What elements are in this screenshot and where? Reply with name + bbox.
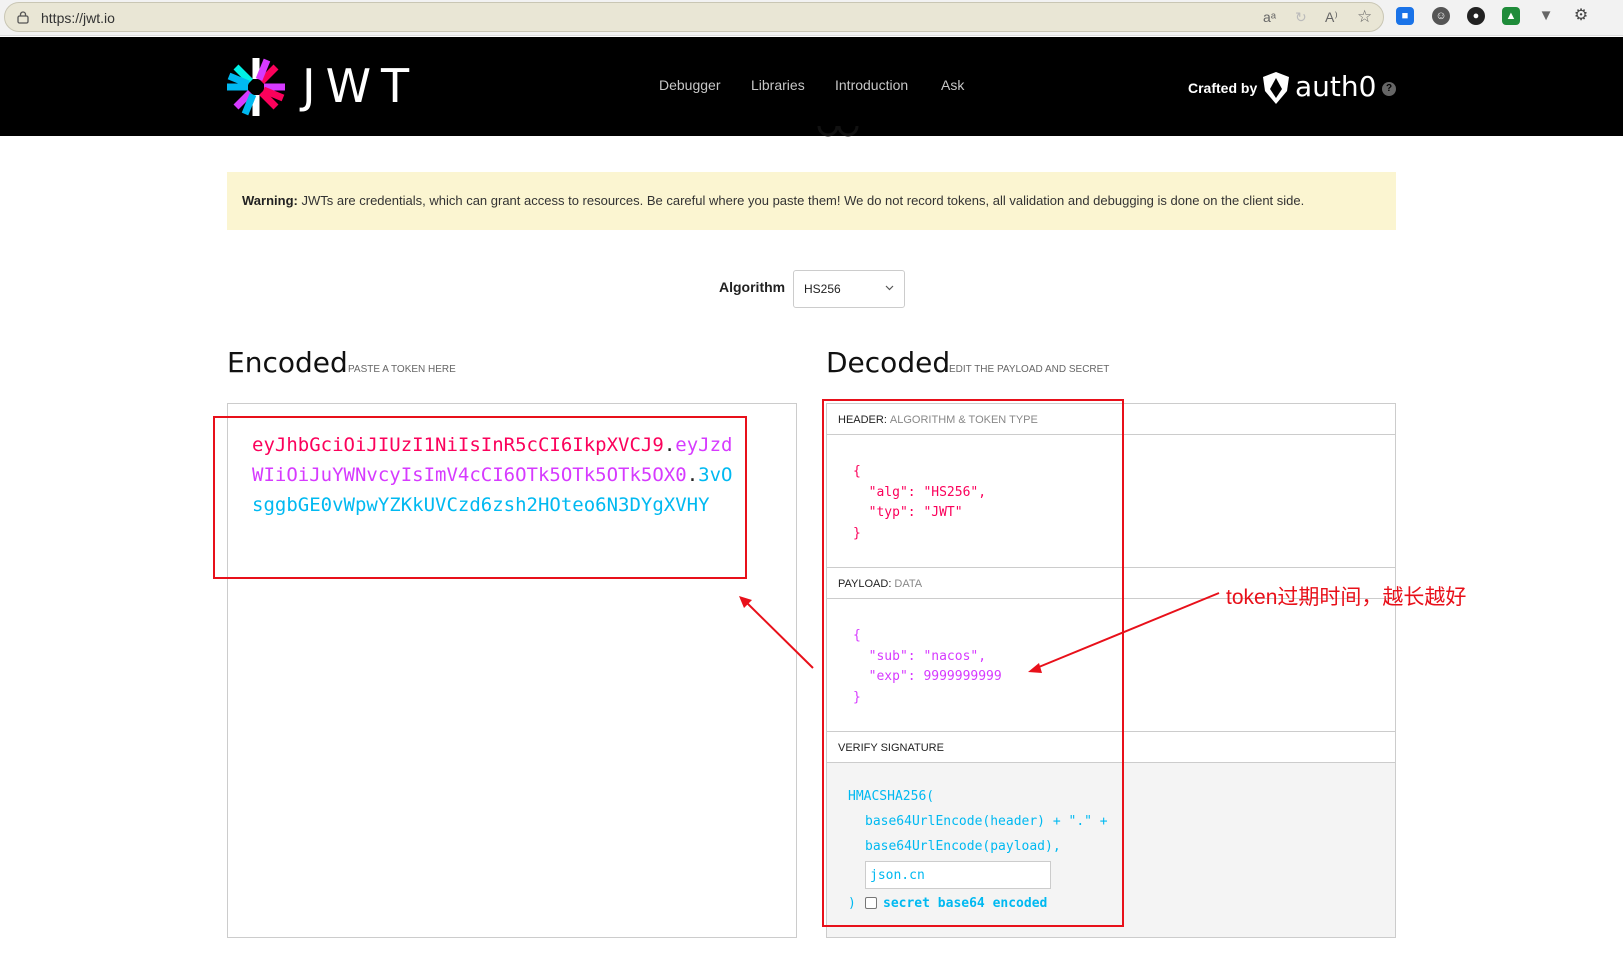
vue-extension-icon[interactable]: ▼ [1537, 7, 1555, 25]
chevron-down-icon[interactable] [885, 283, 894, 292]
crafted-by-label: Crafted by [1188, 80, 1258, 96]
bookmark-extension-icon[interactable]: ■ [1396, 7, 1414, 25]
browser-toolbar: https://jwt.io aᵃ ↻ A⁾ ☆ ■ ☺ ● ▲ ▼ ⚙ [0, 0, 1623, 36]
annotation-decoded-box [822, 399, 1124, 927]
algorithm-label: Algorithm [719, 279, 786, 295]
annotation-encoded-box [213, 416, 747, 579]
dark-extension-icon[interactable]: ● [1467, 7, 1485, 25]
read-aloud-icon[interactable]: A⁾ [1325, 9, 1338, 26]
url-text[interactable]: https://jwt.io [41, 10, 115, 26]
nav-link-debugger[interactable]: Debugger [659, 77, 721, 93]
help-icon[interactable]: ? [1382, 82, 1396, 96]
nav-link-ask[interactable]: Ask [941, 77, 964, 93]
favorite-star-icon[interactable]: ☆ [1357, 7, 1372, 27]
warning-label: Warning: [242, 193, 298, 208]
translate-icon[interactable]: aᵃ [1263, 9, 1276, 25]
profile-extension-icon[interactable]: ☺ [1432, 7, 1450, 25]
algorithm-select[interactable]: HS256 [793, 270, 905, 308]
nav-link-introduction[interactable]: Introduction [835, 77, 908, 93]
decoded-title: Decoded [826, 346, 951, 379]
address-bar[interactable]: https://jwt.io aᵃ ↻ A⁾ ☆ [4, 2, 1384, 32]
jwt-logo-text[interactable]: JWT [302, 59, 419, 113]
encoded-title: Encoded [227, 346, 348, 379]
algorithm-value[interactable]: HS256 [804, 282, 841, 296]
auth0-shield-icon[interactable] [1262, 72, 1290, 105]
auth0-brand[interactable]: auth0 [1295, 70, 1376, 103]
encoded-subtitle: PASTE A TOKEN HERE [348, 364, 456, 375]
annotation-text: token过期时间，越长越好 [1226, 586, 1467, 609]
scrolled-logo-fragment [817, 126, 859, 137]
extensions-puzzle-icon[interactable]: ⚙ [1572, 7, 1590, 25]
decoded-subtitle: EDIT THE PAYLOAD AND SECRET [949, 364, 1110, 375]
green-extension-icon[interactable]: ▲ [1502, 7, 1520, 25]
nav-link-libraries[interactable]: Libraries [751, 77, 805, 93]
warning-banner: Warning: JWTs are credentials, which can… [227, 172, 1396, 230]
refresh-icon[interactable]: ↻ [1295, 9, 1307, 26]
jwt-logo-icon[interactable] [226, 57, 286, 117]
warning-text: Warning: JWTs are credentials, which can… [242, 193, 1304, 208]
site-header: JWT Debugger Libraries Introduction Ask … [0, 37, 1623, 136]
warning-message: JWTs are credentials, which can grant ac… [301, 193, 1305, 208]
lock-icon[interactable] [17, 11, 29, 24]
